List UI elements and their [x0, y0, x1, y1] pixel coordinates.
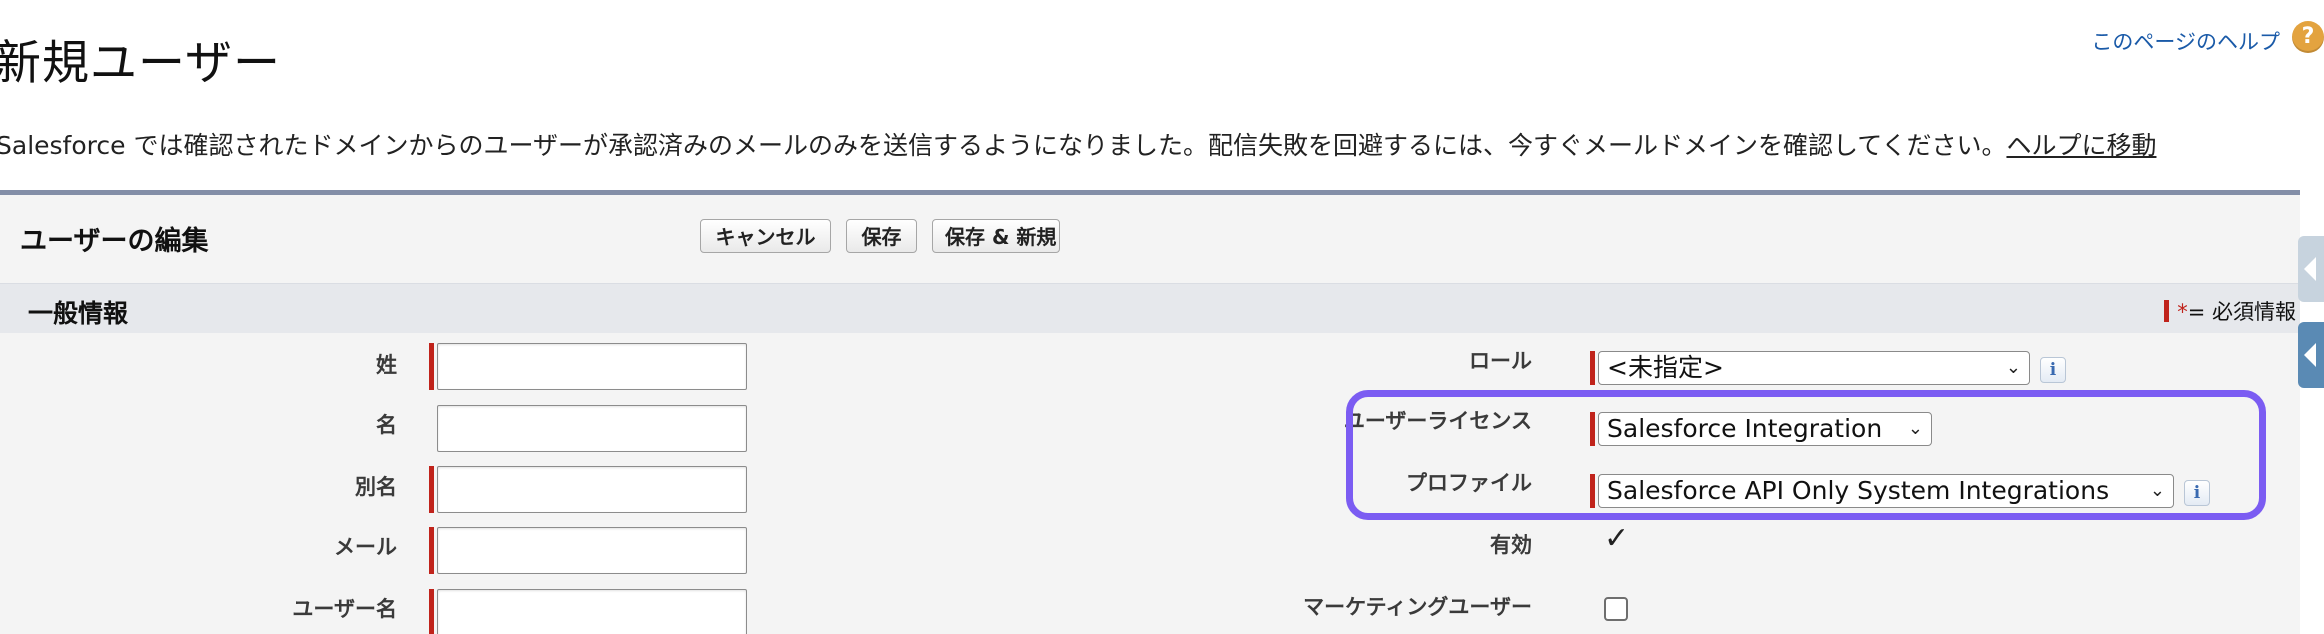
alias-label: 別名 [355, 475, 397, 499]
profile-select[interactable]: Salesforce API Only System Integrations … [1598, 474, 2174, 508]
chevron-down-icon: ⌄ [2149, 480, 2165, 501]
general-info-section-header: 一般情報 *= 必須情報 [0, 283, 2300, 334]
block-title: ユーザーの編集 [20, 226, 209, 257]
last-name-required-indicator [429, 343, 434, 390]
alias-required-indicator [429, 466, 434, 513]
alias-input[interactable] [437, 466, 747, 513]
page-title: 新規ユーザー [0, 36, 282, 91]
required-bar-icon [2164, 300, 2170, 322]
username-required-indicator [429, 589, 434, 634]
username-label: ユーザー名 [292, 597, 397, 621]
first-name-label: 名 [376, 413, 397, 437]
required-legend: *= 必須情報 [2164, 296, 2296, 326]
save-and-new-button[interactable]: 保存 & 新規 [932, 219, 1060, 253]
general-info-form: 姓 名 別名 メール ユーザー名 ロール <未指定> ⌄ i ユーザーライセンス [0, 333, 2300, 634]
domain-verification-notice: Salesforce では確認されたドメインからのユーザーが承認済みのメールのみ… [0, 126, 2156, 162]
role-info-icon[interactable]: i [2040, 357, 2066, 383]
required-star: * [2177, 300, 2188, 324]
role-required-indicator [1590, 351, 1595, 385]
page-help-link[interactable]: このページのヘルプ [2091, 26, 2280, 56]
new-user-page: 新規ユーザー このページのヘルプ ? Salesforce では確認されたドメイ… [0, 0, 2324, 634]
first-name-input[interactable] [437, 405, 747, 452]
user-license-select-value: Salesforce Integration [1607, 414, 1883, 443]
user-edit-block: ユーザーの編集 キャンセル 保存 保存 & 新規 一般情報 *= 必須情報 姓 … [0, 190, 2300, 634]
notice-help-link[interactable]: ヘルプに移動 [2006, 131, 2156, 160]
cancel-button[interactable]: キャンセル [700, 219, 831, 253]
last-name-label: 姓 [376, 353, 397, 377]
profile-label: プロファイル [1406, 471, 1532, 495]
last-name-input[interactable] [437, 343, 747, 390]
email-input[interactable] [437, 527, 747, 574]
profile-select-value: Salesforce API Only System Integrations [1607, 476, 2110, 505]
username-input[interactable] [437, 589, 747, 634]
role-select[interactable]: <未指定> ⌄ [1598, 351, 2030, 385]
user-license-required-indicator [1590, 412, 1595, 446]
side-panel-tab-lower[interactable] [2298, 322, 2324, 388]
active-label: 有効 [1490, 533, 1532, 557]
email-label: メール [334, 535, 397, 559]
required-legend-text: = 必須情報 [2187, 300, 2296, 324]
collapse-arrow-icon [2304, 343, 2316, 367]
role-select-value: <未指定> [1607, 353, 1724, 382]
role-label: ロール [1469, 349, 1532, 373]
user-license-select[interactable]: Salesforce Integration ⌄ [1598, 412, 1932, 446]
help-icon[interactable]: ? [2292, 21, 2324, 53]
active-checkbox[interactable]: ✓ [1604, 521, 1629, 556]
chevron-down-icon: ⌄ [2005, 357, 2021, 378]
email-required-indicator [429, 527, 434, 574]
marketing-user-label: マーケティングユーザー [1303, 595, 1532, 619]
save-button[interactable]: 保存 [846, 219, 917, 253]
collapse-arrow-icon [2304, 257, 2316, 281]
block-header: ユーザーの編集 キャンセル 保存 保存 & 新規 [0, 195, 2300, 279]
side-panel-tab-upper[interactable] [2298, 236, 2324, 302]
chevron-down-icon: ⌄ [1907, 418, 1923, 439]
user-license-label: ユーザーライセンス [1343, 409, 1532, 433]
profile-info-icon[interactable]: i [2184, 480, 2210, 506]
notice-text: Salesforce では確認されたドメインからのユーザーが承認済みのメールのみ… [0, 131, 2007, 160]
section-title: 一般情報 [28, 299, 129, 328]
marketing-user-checkbox[interactable] [1604, 597, 1628, 621]
profile-required-indicator [1590, 474, 1595, 508]
